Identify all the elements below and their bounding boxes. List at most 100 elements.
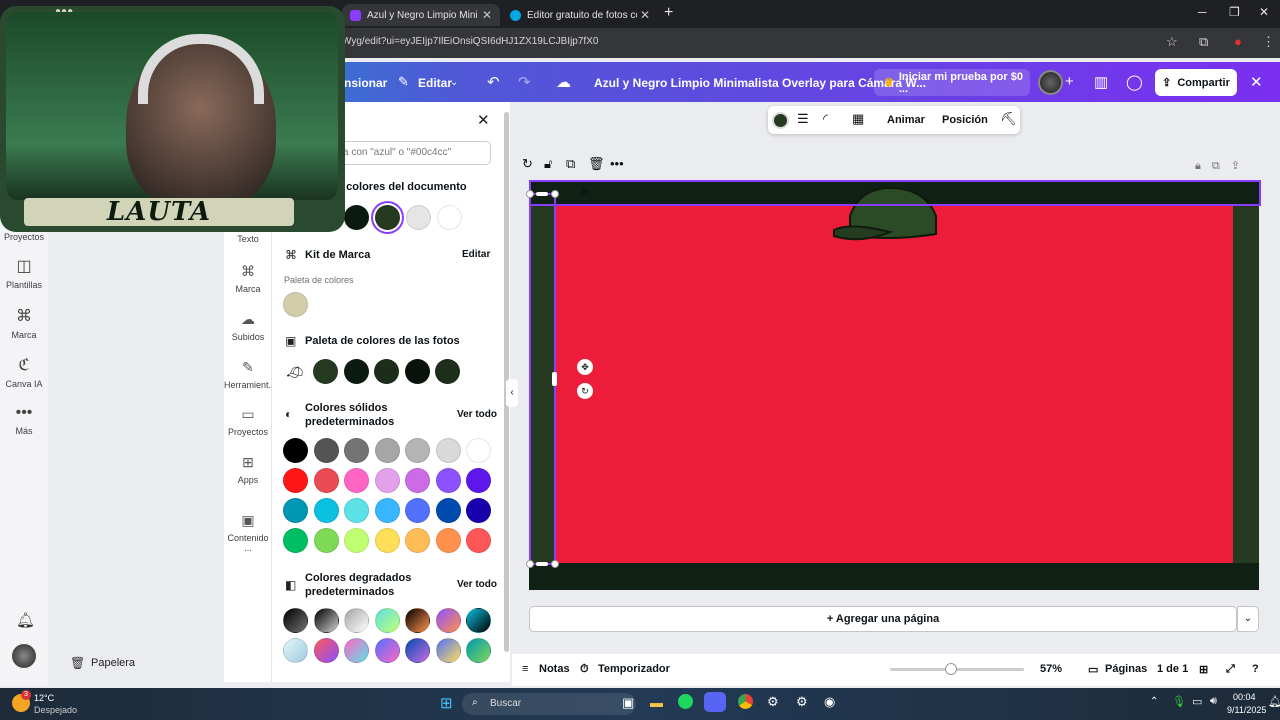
solid-color-swatch[interactable] — [374, 528, 400, 553]
notes-button[interactable]: Notas — [539, 663, 570, 675]
windows-start-icon[interactable]: ⊞ — [440, 694, 453, 712]
solid-color-swatch[interactable] — [313, 528, 339, 553]
zoom-slider-knob[interactable] — [945, 663, 957, 675]
clock-time[interactable]: 00:04 — [1233, 692, 1256, 702]
file-explorer-icon[interactable]: ▬ — [650, 695, 663, 710]
solid-color-swatch[interactable] — [283, 528, 308, 553]
side-item-projects[interactable]: ▭ Proyectos — [224, 406, 272, 437]
side-item-content[interactable]: ▣ Contenido ... — [224, 512, 272, 553]
pages-button[interactable]: Páginas — [1105, 663, 1147, 675]
gradient-color-swatch[interactable] — [435, 608, 461, 633]
minimize-icon[interactable]: ─ — [1198, 5, 1207, 19]
solid-color-swatch[interactable] — [313, 498, 339, 523]
solid-color-swatch[interactable] — [466, 498, 491, 523]
timer-button[interactable]: Temporizador — [598, 663, 670, 675]
start-trial-button[interactable]: ♛ Iniciar mi prueba por $0 ... — [874, 69, 1030, 96]
solid-color-swatch[interactable] — [374, 468, 400, 493]
add-page-dropdown-icon[interactable]: ⌄ — [1237, 606, 1259, 632]
solid-color-swatch[interactable] — [405, 528, 430, 553]
rotate-icon[interactable]: ↻ — [522, 156, 533, 172]
brand-color-swatch[interactable] — [283, 292, 308, 317]
volume-icon[interactable]: 🔊︎ — [1210, 695, 1217, 708]
resize-label[interactable]: nsionar — [344, 76, 387, 90]
gradient-color-swatch[interactable] — [313, 638, 339, 663]
analytics-icon[interactable]: ▥ — [1094, 73, 1108, 91]
gradient-color-swatch[interactable] — [466, 638, 491, 663]
side-item-text[interactable]: Texto — [224, 234, 272, 244]
zoom-slider-track[interactable] — [890, 668, 1024, 671]
comment-icon[interactable]: ◯ — [1126, 73, 1143, 91]
rail-item-brand[interactable]: ⌘ Marca — [0, 306, 48, 340]
animate-button[interactable]: Animar — [887, 114, 925, 126]
gradient-color-swatch[interactable] — [344, 638, 369, 663]
gradient-color-swatch[interactable] — [313, 608, 339, 633]
resize-handle[interactable] — [526, 560, 534, 568]
maximize-icon[interactable]: ❐ — [1229, 5, 1240, 19]
steam-icon[interactable]: ⚙︎ — [767, 694, 779, 710]
solid-color-swatch[interactable] — [435, 498, 461, 523]
solid-color-swatch[interactable] — [344, 468, 369, 493]
gradient-color-swatch[interactable] — [405, 608, 430, 633]
document-color-swatch[interactable] — [406, 205, 431, 230]
right-border-strip[interactable] — [1233, 205, 1259, 563]
help-icon[interactable]: ? — [1252, 663, 1259, 675]
app-icon[interactable]: ◉ — [824, 694, 835, 710]
gradient-color-swatch[interactable] — [374, 638, 400, 663]
side-item-uploads[interactable]: ☁ Subidos — [224, 311, 272, 342]
microphone-icon[interactable]: 🎙︎ — [1172, 695, 1186, 708]
duplicate-page-icon[interactable]: ⧉ — [1212, 160, 1220, 172]
resize-handle[interactable] — [526, 190, 534, 198]
document-color-swatch[interactable] — [375, 205, 400, 230]
add-page-icon[interactable]: ⇪ — [1231, 160, 1240, 172]
photo-color-swatch[interactable] — [435, 359, 460, 384]
photo-color-swatch[interactable] — [313, 359, 338, 384]
solid-color-swatch[interactable] — [313, 438, 339, 463]
network-icon[interactable]: ▭ — [1192, 695, 1202, 708]
close-panel-icon[interactable]: ✕ — [477, 111, 490, 129]
close-tab-icon[interactable]: ✕ — [482, 8, 492, 22]
fill-color-swatch[interactable] — [772, 112, 789, 129]
solid-color-swatch[interactable] — [405, 438, 430, 463]
redo-icon[interactable]: ↷ — [518, 73, 531, 91]
undo-icon[interactable]: ↶ — [487, 73, 500, 91]
solid-color-swatch[interactable] — [283, 498, 308, 523]
duplicate-icon[interactable]: ⧉ — [566, 156, 575, 172]
document-color-swatch[interactable] — [437, 205, 462, 230]
rail-item-more[interactable]: ••• Más — [0, 404, 48, 436]
border-style-icon[interactable]: ☰ — [797, 111, 809, 127]
edit-menu-button[interactable]: Editar — [418, 76, 452, 90]
corner-radius-icon[interactable]: ◜ — [823, 111, 828, 127]
close-editor-icon[interactable]: ✕ — [1250, 73, 1263, 91]
show-hidden-icons[interactable]: ⌃ — [1150, 696, 1158, 707]
spotify-icon[interactable] — [678, 694, 693, 709]
user-avatar[interactable] — [1038, 70, 1063, 95]
solid-color-swatch[interactable] — [405, 468, 430, 493]
lock-icon[interactable]: 🔓︎ — [544, 156, 552, 172]
gradient-color-swatch[interactable] — [344, 608, 369, 633]
solid-color-swatch[interactable] — [313, 468, 339, 493]
gradient-color-swatch[interactable] — [405, 638, 430, 663]
star-icon[interactable]: ☆ — [1166, 34, 1178, 50]
solid-color-swatch[interactable] — [374, 498, 400, 523]
add-page-button[interactable]: + Agregar una página — [529, 606, 1237, 632]
fullscreen-icon[interactable]: ⤢ — [1226, 663, 1235, 676]
side-item-brand[interactable]: ⌘ Marca — [224, 263, 272, 294]
solid-color-swatch[interactable] — [374, 438, 400, 463]
side-item-apps[interactable]: ⊞ Apps — [224, 454, 272, 485]
gradient-color-swatch[interactable] — [466, 608, 491, 633]
chrome-icon[interactable] — [738, 694, 753, 709]
collapse-panel-button[interactable]: ‹ — [506, 379, 518, 407]
new-tab-icon[interactable]: + — [664, 4, 673, 22]
browser-tab[interactable]: Editor gratuito de fotos con IA ✕ — [502, 4, 658, 26]
gradient-color-swatch[interactable] — [283, 638, 308, 663]
delete-icon[interactable]: 🗑︎ — [588, 156, 605, 172]
solid-color-swatch[interactable] — [435, 528, 461, 553]
resize-handle[interactable] — [536, 192, 548, 196]
add-collaborator-icon[interactable]: + — [1065, 73, 1074, 90]
task-view-icon[interactable]: ▣ — [622, 695, 634, 711]
solid-color-swatch[interactable] — [435, 438, 461, 463]
close-window-icon[interactable]: ✕ — [1259, 5, 1269, 19]
rotate-handle-icon[interactable]: ↻ — [577, 383, 593, 399]
gradient-color-swatch[interactable] — [283, 608, 308, 633]
rail-item-templates[interactable]: ◫ Plantillas — [0, 256, 48, 290]
